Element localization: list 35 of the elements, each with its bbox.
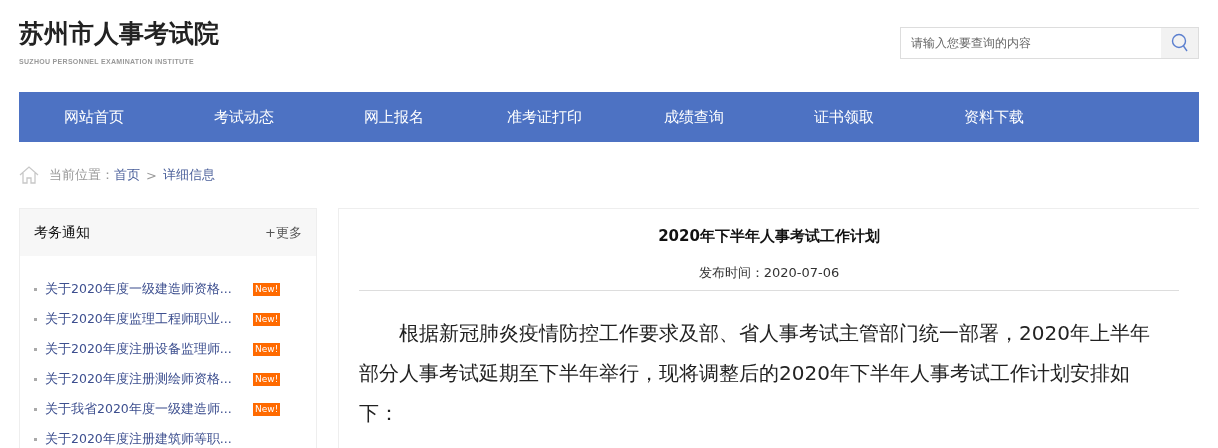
article-paragraph: 根据新冠肺炎疫情防控工作要求及部、省人事考试主管部门统一部署，2020年上半年部分人事考试延期至下半年举行，现将调整后的2020年下半年人事考试工作计划安排如下： [359, 320, 1151, 427]
more-link[interactable]: +更多 [265, 223, 302, 242]
site-title: 苏州市人事考试院 [19, 18, 219, 50]
new-badge: New! [253, 312, 281, 326]
new-badge: New! [253, 372, 281, 386]
breadcrumb-link[interactable]: 详细信息 [162, 166, 215, 184]
nav-item[interactable]: 考试动态 [169, 92, 319, 142]
bullet-icon [34, 407, 37, 411]
notice-link[interactable]: 关于2020年度注册测绘师资格... [45, 370, 251, 388]
notice-link[interactable]: 关于2020年度注册建筑师等职... [45, 430, 251, 448]
new-badge: New! [253, 402, 281, 416]
nav-item[interactable]: 证书领取 [769, 92, 919, 142]
notice-link[interactable]: 关于我省2020年度一级建造师... [45, 400, 251, 418]
bullet-icon [34, 317, 37, 321]
home-icon [19, 166, 39, 184]
new-badge: New! [253, 282, 281, 296]
panel-title: 考务通知 [34, 223, 90, 242]
nav-item[interactable]: 成绩查询 [619, 92, 769, 142]
bullet-icon [34, 347, 37, 351]
nav-item[interactable]: 网上报名 [319, 92, 469, 142]
notice-link[interactable]: 关于2020年度注册设备监理师... [45, 340, 251, 358]
notice-link[interactable]: 关于2020年度监理工程师职业... [45, 310, 251, 328]
nav-item[interactable]: 网站首页 [19, 92, 169, 142]
breadcrumb-link[interactable]: 首页 [114, 166, 140, 184]
publish-date: 发布时间：2020-07-06 [359, 264, 1179, 291]
breadcrumb-separator: > [146, 167, 157, 183]
notice-link[interactable]: 关于2020年度一级建造师资格... [45, 280, 251, 298]
breadcrumb-label: 当前位置： [49, 166, 114, 184]
bullet-icon [34, 437, 37, 441]
new-badge: New! [253, 342, 281, 356]
nav-item[interactable]: 资料下载 [919, 92, 1069, 142]
nav-item[interactable]: 准考证打印 [469, 92, 619, 142]
article-title: 2020年下半年人事考试工作计划 [657, 227, 881, 246]
bullet-icon [34, 287, 37, 291]
bullet-icon [34, 377, 37, 381]
